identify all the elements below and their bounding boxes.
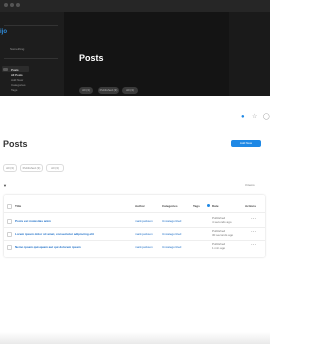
sidebar-site-name[interactable]: Something (10, 47, 24, 51)
author-link[interactable]: mark.jackson (135, 232, 153, 236)
post-title-link[interactable]: Posts est molestias anim (15, 219, 51, 223)
post-date: 4 seconds ago (212, 220, 232, 224)
category-link[interactable]: Uncategorized (162, 232, 181, 236)
more-actions-icon[interactable]: ··· (251, 230, 256, 235)
window-title-bar (0, 0, 270, 12)
app-logo[interactable]: ijo (0, 29, 7, 35)
category-link[interactable]: Uncategorized (162, 245, 181, 249)
sidebar-item-categories[interactable]: Categories (11, 83, 26, 87)
posts-table: Title Author Categories Tags Date Action… (4, 195, 265, 257)
user-icon[interactable]: ◯ (263, 114, 270, 120)
row-checkbox[interactable] (7, 245, 12, 250)
sidebar-item-add-new[interactable]: Add New (11, 78, 23, 82)
tags-info-icon (207, 204, 210, 207)
tab-published[interactable]: Published (3) (20, 164, 43, 172)
post-title-link[interactable]: Nemo ipsam quisquam aut qui dolorem ipsa… (15, 245, 81, 249)
page-title: Posts (3, 139, 28, 149)
sidebar-divider (4, 58, 58, 59)
tab-all-2-dark[interactable]: All (3) (122, 87, 138, 94)
filter-icon[interactable]: ▼ (3, 183, 7, 188)
author-link[interactable]: mark.jackson (135, 245, 153, 249)
row-divider (4, 240, 265, 241)
star-icon[interactable]: ☆ (252, 114, 257, 120)
page-bottom-shadow (0, 332, 270, 344)
category-link[interactable]: Uncategorized (162, 219, 181, 223)
tab-all-dark[interactable]: All (3) (79, 87, 93, 94)
window-minimize-icon[interactable] (10, 3, 14, 7)
author-link[interactable]: mark.jackson (135, 219, 153, 223)
row-divider (4, 212, 265, 213)
sidebar-item-posts[interactable]: Posts (11, 68, 19, 72)
column-date[interactable]: Date (212, 204, 219, 208)
dark-preview-right-edge (229, 12, 270, 96)
window-maximize-icon[interactable] (16, 3, 20, 7)
column-title[interactable]: Title (15, 204, 21, 208)
page-title-dark: Posts (79, 53, 104, 63)
bell-icon[interactable]: ● (241, 114, 245, 120)
sidebar-item-tags[interactable]: Tags (11, 88, 17, 92)
row-divider (4, 227, 265, 228)
window-close-icon[interactable] (4, 3, 8, 7)
row-checkbox[interactable] (7, 219, 12, 224)
more-actions-icon[interactable]: ··· (251, 217, 256, 222)
posts-icon (3, 68, 8, 71)
column-tags[interactable]: Tags (193, 204, 200, 208)
tab-all-2[interactable]: All (3) (46, 164, 64, 172)
column-author[interactable]: Author (135, 204, 145, 208)
tab-all[interactable]: All (3) (3, 164, 17, 172)
column-categories[interactable]: Categories (162, 204, 178, 208)
post-title-link[interactable]: Lorem ipsum dolor sit amet, consectetur … (15, 232, 94, 236)
sidebar: ijo Something Posts All Posts Add New Ca… (0, 12, 64, 96)
more-actions-icon[interactable]: ··· (251, 243, 256, 248)
row-checkbox[interactable] (7, 232, 12, 237)
sidebar-divider (4, 25, 58, 26)
add-new-button[interactable]: Add New (231, 140, 261, 147)
post-date: 30 seconds ago (212, 233, 234, 237)
select-all-checkbox[interactable] (7, 204, 12, 209)
tab-published-dark[interactable]: Published (3) (98, 87, 119, 94)
item-count: 3 items (245, 183, 255, 187)
post-date: 1 min ago (212, 246, 226, 250)
column-actions: Actions (245, 204, 257, 208)
sidebar-item-all-posts[interactable]: All Posts (11, 73, 23, 77)
